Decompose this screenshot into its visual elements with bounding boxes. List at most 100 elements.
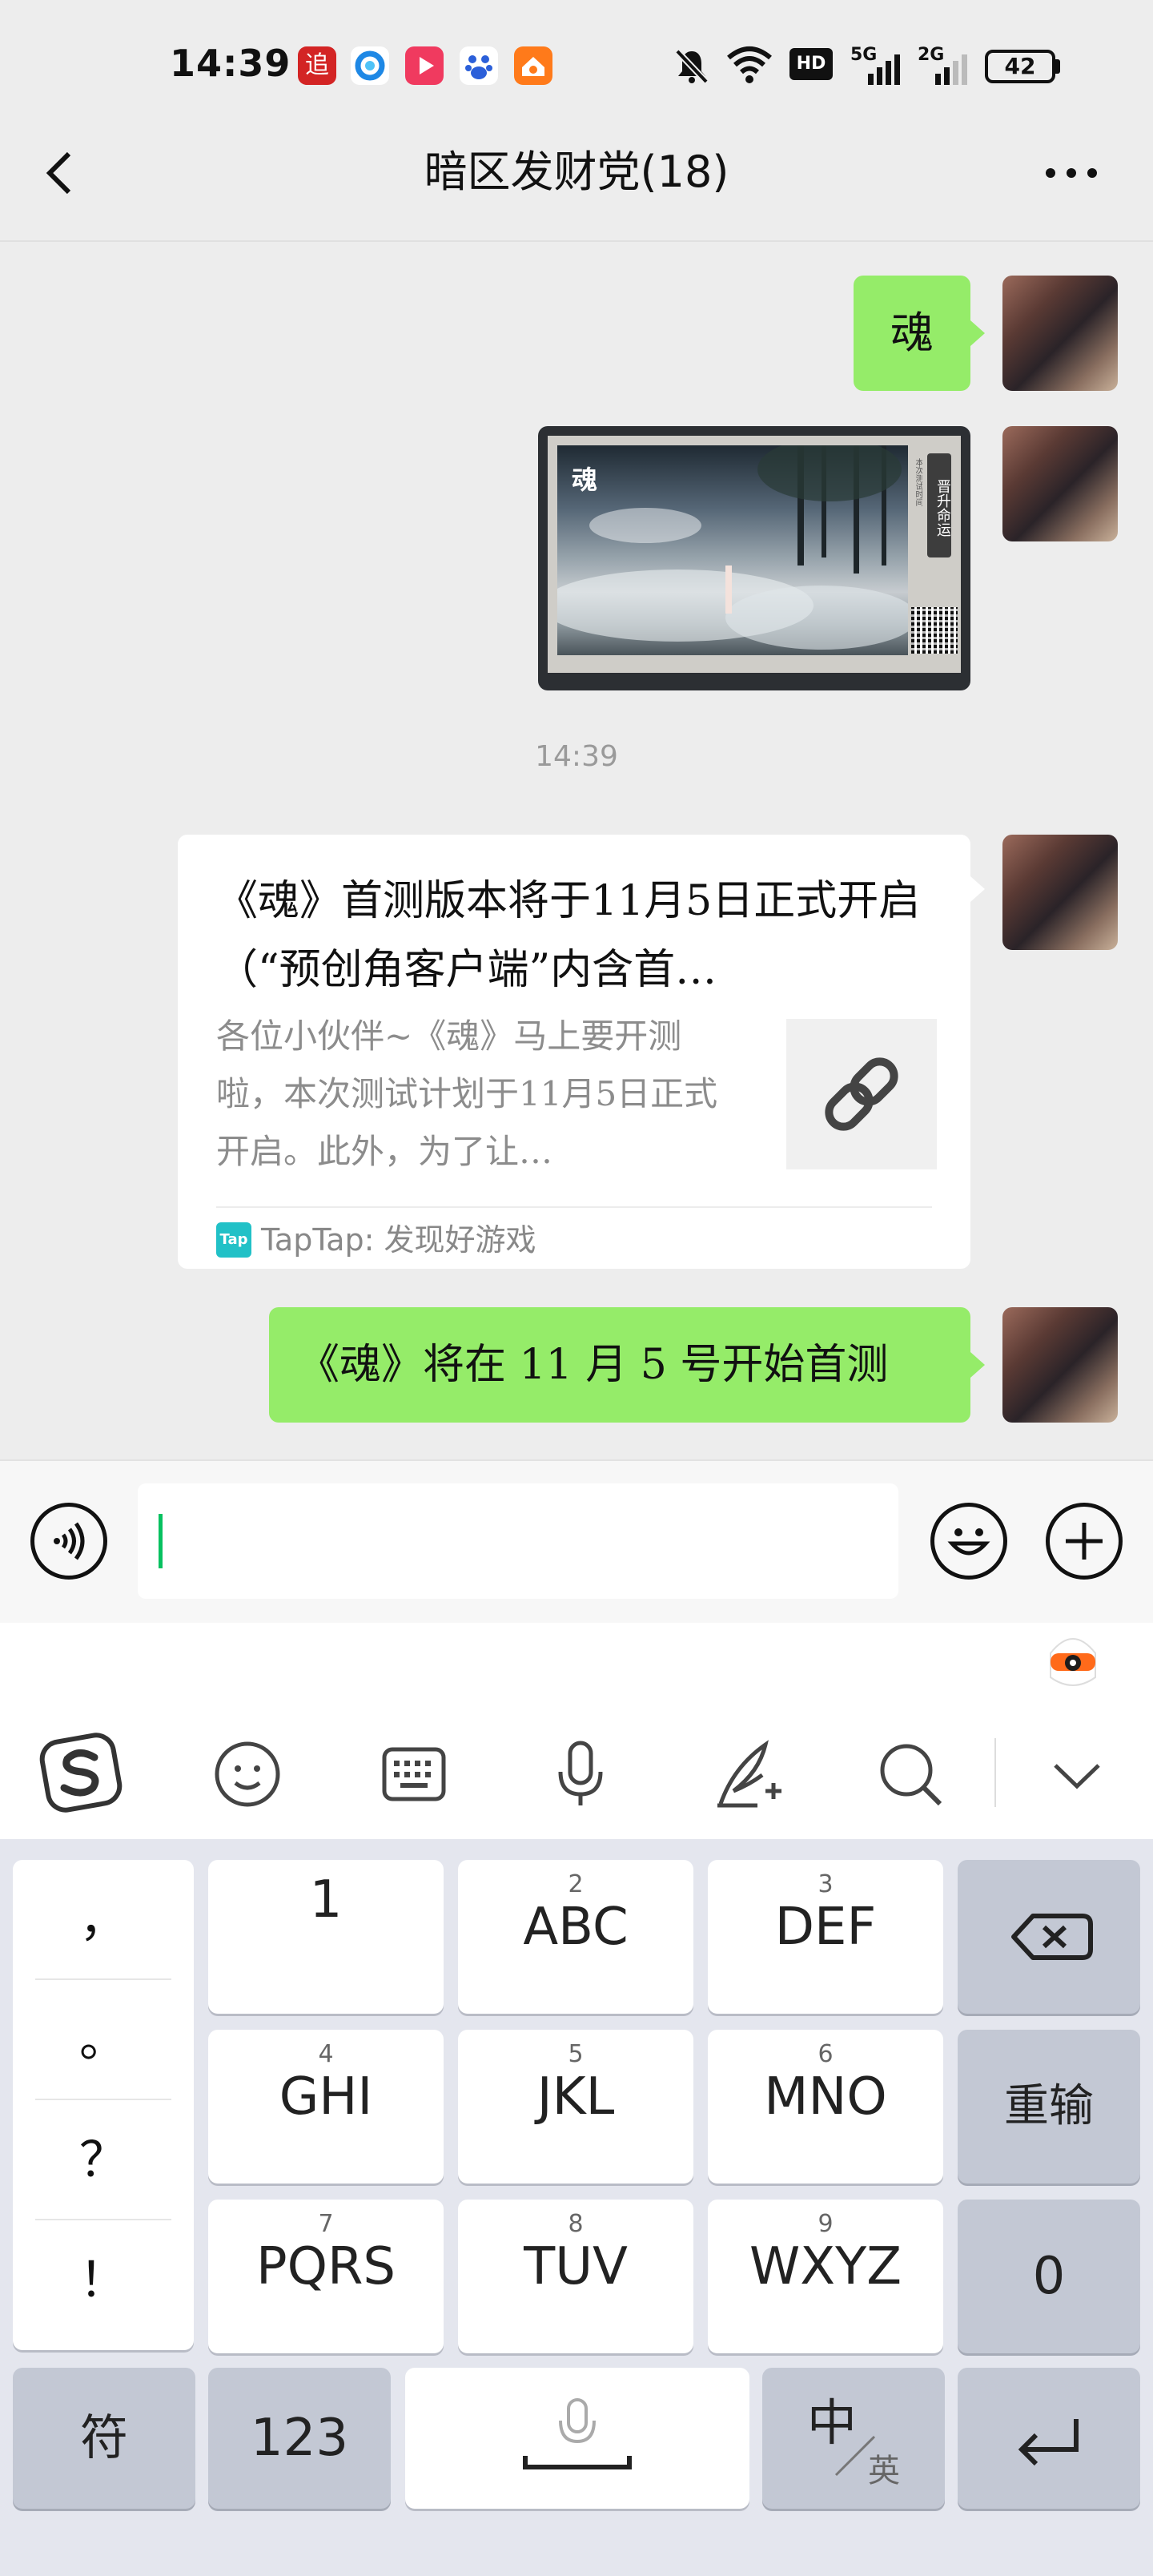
- key-tuv[interactable]: 8 TUV: [458, 2200, 693, 2353]
- key-number: 5: [568, 2040, 584, 2068]
- key-jkl[interactable]: 5 JKL: [458, 2030, 693, 2184]
- ime-handwriting-button[interactable]: [709, 1735, 786, 1812]
- status-time: 14:39: [170, 42, 291, 85]
- emoji-icon: [947, 1528, 990, 1556]
- backspace-key[interactable]: [958, 1860, 1140, 2014]
- more-dots-icon: [1046, 168, 1097, 178]
- zero-key[interactable]: 0: [958, 2200, 1140, 2353]
- lang-sub-label: 英: [868, 2453, 900, 2489]
- avatar[interactable]: [1002, 426, 1118, 541]
- chevron-down-icon: [1054, 1764, 1100, 1789]
- sogou-logo-icon[interactable]: [37, 1727, 125, 1815]
- game-screenshot: 魂: [557, 445, 908, 655]
- status-bar: 14:39 追 HD 5G 2G 42: [0, 0, 1153, 128]
- keyboard-icon: [382, 1747, 446, 1801]
- link-card[interactable]: 《魂》首测版本将于11月5日正式开启（“预创角客户端”内含首… 各位小伙伴~《魂…: [178, 835, 970, 1269]
- avatar[interactable]: [1002, 276, 1118, 391]
- key-abc[interactable]: 2 ABC: [458, 1860, 693, 2014]
- poster-side-label: 晋升命运: [927, 453, 951, 557]
- key-label: GHI: [279, 2067, 373, 2127]
- home-notification-icon: [514, 46, 552, 85]
- key-wxyz[interactable]: 9 WXYZ: [708, 2200, 943, 2353]
- microphone-icon: [558, 1741, 603, 1805]
- avatar[interactable]: [1002, 835, 1118, 950]
- avatar[interactable]: [1002, 1307, 1118, 1423]
- message-bubble-text[interactable]: 《魂》将在 11 月 5 号开始首测: [269, 1307, 970, 1423]
- taptap-icon: Tap: [216, 1222, 251, 1258]
- link-card-title: 《魂》首测版本将于11月5日正式开启（“预创角客户端”内含首…: [216, 877, 921, 994]
- enter-key[interactable]: [958, 2368, 1140, 2509]
- backspace-icon: [1011, 1914, 1093, 1960]
- link-icon: [825, 1057, 898, 1131]
- key-number: 2: [568, 1870, 584, 1898]
- punctuation-column: ， 。 ？ ！: [13, 1860, 194, 2350]
- link-thumbnail: [786, 1019, 937, 1169]
- hd-badge: HD: [789, 48, 833, 80]
- key-label: WXYZ: [749, 2237, 902, 2296]
- divider: [994, 1738, 996, 1807]
- key-label: 1: [309, 1870, 343, 1930]
- space-key[interactable]: [405, 2368, 749, 2509]
- punct-key[interactable]: 。: [13, 1980, 194, 2100]
- bubble-tail: [970, 1352, 985, 1378]
- numbers-key[interactable]: 123: [208, 2368, 391, 2509]
- ime-voice-button[interactable]: [544, 1738, 617, 1810]
- key-number: 9: [818, 2210, 834, 2238]
- punct-key[interactable]: ！: [13, 2220, 194, 2341]
- key-number: 7: [318, 2210, 334, 2238]
- baidu-notification-icon: [460, 46, 498, 85]
- symbol-key[interactable]: 符: [13, 2368, 195, 2509]
- ime-emoji-button[interactable]: [211, 1738, 283, 1810]
- voice-icon: [54, 1522, 85, 1560]
- message-input[interactable]: [138, 1483, 898, 1599]
- more-button[interactable]: [1033, 144, 1113, 200]
- key-ghi[interactable]: 4 GHI: [208, 2030, 444, 2184]
- key-number: 4: [318, 2040, 334, 2068]
- punct-key[interactable]: ，: [13, 1860, 194, 1980]
- video-notification-icon: [405, 46, 444, 85]
- ime-search-button[interactable]: [874, 1738, 946, 1810]
- emoji-icon: [215, 1741, 280, 1807]
- page-title: 暗区发财党(18): [424, 147, 729, 197]
- message-image[interactable]: 魂 晋升命运 本次测试时间: [538, 426, 970, 690]
- key-label: MNO: [764, 2067, 887, 2127]
- punct-key[interactable]: ？: [13, 2100, 194, 2220]
- reinput-key[interactable]: 重输: [958, 2030, 1140, 2184]
- key-label: PQRS: [255, 2237, 396, 2296]
- key-label: TUV: [524, 2237, 628, 2296]
- app-notification-icon: 追: [298, 46, 336, 85]
- key-label: DEF: [774, 1898, 877, 1957]
- message-timestamp: 14:39: [535, 740, 618, 773]
- mute-bell-icon: [671, 45, 713, 90]
- search-icon: [880, 1744, 942, 1806]
- bubble-tail: [970, 876, 985, 902]
- keyboard-switch-button[interactable]: [378, 1738, 450, 1810]
- emoji-button[interactable]: [930, 1503, 1007, 1580]
- mascot-icon[interactable]: [1044, 1629, 1102, 1693]
- key-1[interactable]: 1: [208, 1860, 444, 2014]
- collapse-keyboard-button[interactable]: [1041, 1746, 1113, 1802]
- microphone-icon: [523, 2398, 632, 2469]
- key-pqrs[interactable]: 7 PQRS: [208, 2200, 444, 2353]
- key-label: ABC: [523, 1898, 629, 1957]
- qr-code: [911, 607, 958, 654]
- signal-2g-icon: 2G: [918, 45, 970, 85]
- key-label: JKL: [536, 2067, 615, 2127]
- handwriting-icon: [717, 1740, 781, 1808]
- wifi-icon: [725, 43, 773, 88]
- bubble-tail: [970, 320, 985, 346]
- link-card-summary: 各位小伙伴~《魂》马上要开测啦，本次测试计划于11月5日正式开启。此外，为了让…: [216, 1016, 718, 1171]
- key-number: [208, 1860, 444, 1871]
- message-bubble-text[interactable]: 魂: [854, 276, 970, 391]
- key-mno[interactable]: 6 MNO: [708, 2030, 943, 2184]
- key-def[interactable]: 3 DEF: [708, 1860, 943, 2014]
- poster-caption: 本次测试时间: [914, 458, 922, 506]
- key-number: 3: [818, 1870, 834, 1898]
- key-number: 6: [818, 2040, 834, 2068]
- browser-notification-icon: [351, 46, 389, 85]
- voice-button[interactable]: [30, 1503, 107, 1580]
- battery-indicator: 42: [985, 50, 1055, 83]
- plus-button[interactable]: [1046, 1503, 1123, 1580]
- language-switch-key[interactable]: 中 英: [762, 2368, 945, 2509]
- text-cursor: [159, 1514, 163, 1568]
